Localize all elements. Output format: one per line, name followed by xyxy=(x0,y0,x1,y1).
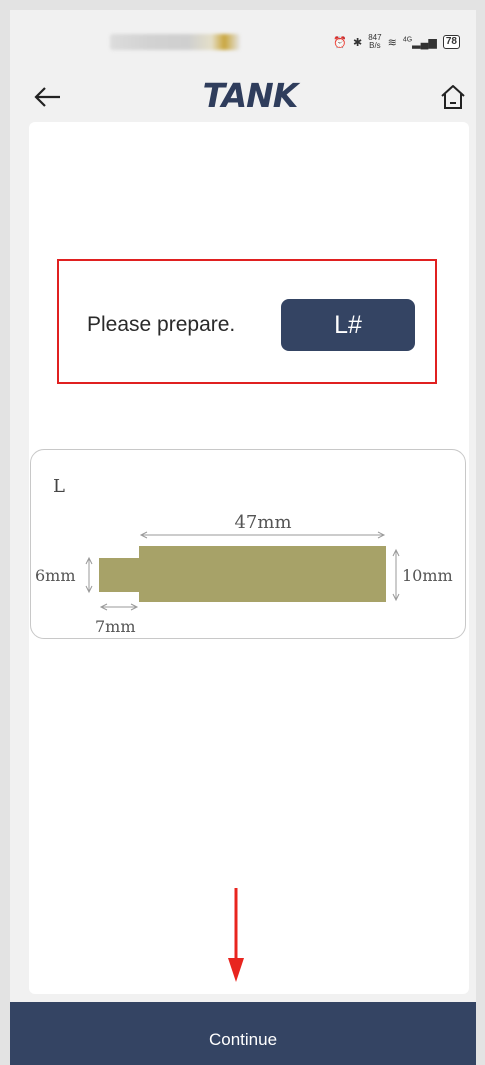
signal-icon: 4G▂▄▆ xyxy=(402,35,437,49)
part-diagram: L 47mm 6mm 10mm 7mm xyxy=(35,476,453,636)
status-icons: ⏰ ✱ 847 B/s ≋ 4G▂▄▆ 78 xyxy=(333,34,460,50)
network-speed-unit: B/s xyxy=(369,41,381,50)
part-wide-section xyxy=(139,546,386,602)
prepare-text: Please prepare. xyxy=(87,313,236,336)
app-logo: TANK xyxy=(202,76,299,115)
step-length-label: 7mm xyxy=(95,617,136,636)
part-diagram-card: L 47mm 6mm 10mm 7mm xyxy=(30,449,466,639)
battery-level: 78 xyxy=(445,36,457,47)
signal-label: 4G xyxy=(402,35,413,43)
network-speed: 847 B/s xyxy=(368,34,381,50)
red-pointer-arrow xyxy=(228,888,244,982)
wifi-icon: ≋ xyxy=(387,36,397,49)
continue-button[interactable]: Continue xyxy=(10,1002,476,1065)
content-card: Please prepare. L# L 47mm 6mm 10mm 7mm xyxy=(29,122,469,994)
home-icon[interactable] xyxy=(438,82,468,112)
item-badge: L# xyxy=(281,299,415,351)
carrier-info-blurred xyxy=(110,34,240,50)
battery-icon: 78 xyxy=(442,35,460,49)
part-narrow-section xyxy=(99,558,141,592)
back-arrow-icon[interactable] xyxy=(32,82,64,112)
bluetooth-icon: ✱ xyxy=(353,36,363,49)
status-bar: ⏰ ✱ 847 B/s ≋ 4G▂▄▆ 78 xyxy=(10,10,476,68)
left-height-label: 6mm xyxy=(35,566,76,585)
prepare-highlight-box: Please prepare. L# xyxy=(57,259,437,384)
length-label: 47mm xyxy=(234,512,291,533)
phone-screen: ⏰ ✱ 847 B/s ≋ 4G▂▄▆ 78 TANK Please prepa… xyxy=(10,10,476,1065)
alarm-icon: ⏰ xyxy=(333,36,348,49)
diagram-title: L xyxy=(53,476,65,497)
right-height-label: 10mm xyxy=(402,566,453,585)
